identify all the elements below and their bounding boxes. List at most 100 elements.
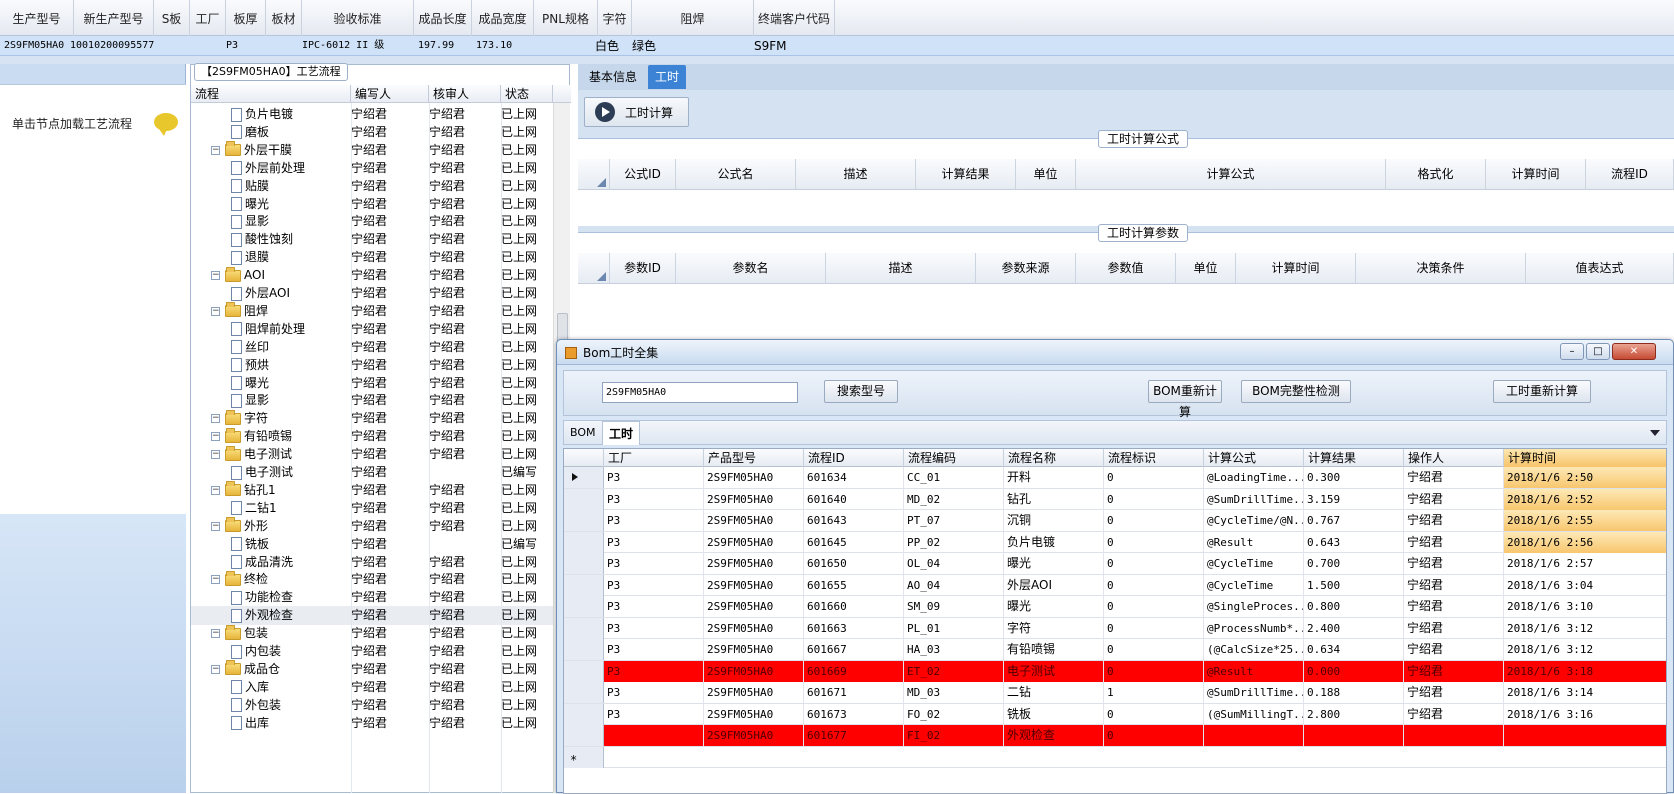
grid-cell[interactable]: 601650 xyxy=(804,553,904,574)
row-selector[interactable] xyxy=(564,553,604,574)
tree-node[interactable]: 阻焊前处理 xyxy=(231,320,305,339)
formula-col-3[interactable]: 计算结果 xyxy=(916,159,1016,190)
tree-row[interactable]: 显影 宁绍君 宁绍君 已上网 xyxy=(191,391,553,410)
tab-basic-info[interactable]: 基本信息 xyxy=(582,65,644,89)
collapse-icon[interactable]: − xyxy=(211,629,220,639)
tree-row[interactable]: 功能检查 宁绍君 宁绍君 已上网 xyxy=(191,588,553,607)
formula-col-5[interactable]: 计算公式 xyxy=(1076,159,1386,190)
tree-node[interactable]: − 外层干膜 xyxy=(211,141,292,160)
grid-cell[interactable]: PL_01 xyxy=(904,617,1004,639)
grid-cell[interactable]: 二钻 xyxy=(1004,682,1104,703)
grid-cell[interactable]: P3 xyxy=(604,467,704,488)
grid-cell[interactable]: P3 xyxy=(604,531,704,553)
grid-cell[interactable]: 宁绍君 xyxy=(1404,596,1504,617)
minimize-button[interactable]: – xyxy=(1560,343,1584,360)
param-col-7[interactable]: 决策条件 xyxy=(1356,253,1526,284)
header-col-3[interactable]: 工厂 xyxy=(190,0,226,36)
bom-check-button[interactable]: BOM完整性检测 xyxy=(1241,380,1351,403)
tree-row[interactable]: 外层AOI 宁绍君 宁绍君 已上网 xyxy=(191,284,553,303)
grid-cell[interactable]: 601669 xyxy=(804,660,904,682)
grid-cell[interactable]: 2018/1/6 3:12 xyxy=(1504,639,1666,660)
grid-cell[interactable]: 字符 xyxy=(1004,617,1104,639)
grid-cell[interactable]: 601643 xyxy=(804,510,904,531)
grid-cell[interactable]: 2S9FM05HA0 xyxy=(704,682,804,703)
grid-cell[interactable]: 2018/1/6 2:50 xyxy=(1504,467,1666,488)
grid-corner[interactable] xyxy=(564,449,604,467)
grid-cell[interactable]: 3.159 xyxy=(1304,488,1404,510)
row-selector[interactable] xyxy=(564,467,604,488)
grid-cell[interactable] xyxy=(1504,725,1666,746)
tree-node[interactable]: 贴膜 xyxy=(231,177,269,196)
grid-cell[interactable]: 2018/1/6 3:16 xyxy=(1504,704,1666,725)
tree-node[interactable]: 曝光 xyxy=(231,195,269,214)
collapse-icon[interactable]: − xyxy=(211,414,220,424)
model-search-input[interactable] xyxy=(602,382,798,403)
grid-cell[interactable]: (@SumMillingT... xyxy=(1204,703,1304,725)
grid-cell[interactable]: 负片电镀 xyxy=(1004,531,1104,553)
hours-recalc-button[interactable]: 工时重新计算 xyxy=(1493,380,1591,403)
grid-cell[interactable]: 宁绍君 xyxy=(1404,488,1504,510)
grid-cell[interactable]: 2018/1/6 3:14 xyxy=(1504,682,1666,703)
grid-row[interactable]: P3 2S9FM05HA0 601640 MD_02 钻孔 0 @SumDrillTime.… xyxy=(564,488,1666,510)
grid-cell[interactable]: SM_09 xyxy=(904,596,1004,617)
bom-recalc-button[interactable]: BOM重新计算 xyxy=(1148,380,1222,419)
row-selector[interactable] xyxy=(564,531,604,553)
tree-row[interactable]: 负片电镀 宁绍君 宁绍君 已上网 xyxy=(191,105,553,124)
grid-cell[interactable]: 601677 xyxy=(804,725,904,746)
grid-cell[interactable]: 2S9FM05HA0 xyxy=(704,725,804,746)
grid-cell[interactable]: 外观检查 xyxy=(1004,725,1104,746)
grid-row[interactable]: P3 2S9FM05HA0 601650 OL_04 曝光 0 @CycleTime 0.70… xyxy=(564,553,1666,575)
param-col-5[interactable]: 单位 xyxy=(1176,253,1236,284)
tree-row[interactable]: 丝印 宁绍君 宁绍君 已上网 xyxy=(191,338,553,357)
close-button[interactable]: ✕ xyxy=(1612,343,1656,360)
row-selector[interactable] xyxy=(564,574,604,596)
grid-cell[interactable]: 宁绍君 xyxy=(1404,510,1504,531)
grid-cell[interactable]: PT_07 xyxy=(904,510,1004,531)
grid-col-6[interactable]: 计算公式 xyxy=(1204,449,1304,467)
tree-row[interactable]: 内包装 宁绍君 宁绍君 已上网 xyxy=(191,642,553,661)
tree-col-2[interactable]: 核审人 xyxy=(429,85,501,103)
grid-cell[interactable]: 2.400 xyxy=(1304,617,1404,639)
grid-col-7[interactable]: 计算结果 xyxy=(1304,449,1404,467)
tree-node[interactable]: − 阻焊 xyxy=(211,302,268,321)
formula-col-0[interactable]: 公式ID xyxy=(610,159,676,190)
grid-cell[interactable]: 0 xyxy=(1104,703,1204,725)
grid-cell[interactable]: 0 xyxy=(1104,488,1204,510)
grid-cell[interactable]: P3 xyxy=(604,682,704,703)
grid-cell[interactable]: 2S9FM05HA0 xyxy=(704,574,804,596)
header-col-8[interactable]: 成品宽度 xyxy=(472,0,534,36)
hours-grid[interactable]: 工厂 产品型号 流程ID 流程编码 流程名称 流程标识 计算公式 计算结果 操作人 计算时间 P3… xyxy=(563,448,1667,794)
grid-cell[interactable]: @ProcessNumb*... xyxy=(1204,617,1304,639)
tree-row[interactable]: − 阻焊 宁绍君 宁绍君 已上网 xyxy=(191,302,553,321)
tree-row[interactable]: 曝光 宁绍君 宁绍君 已上网 xyxy=(191,195,553,214)
grid-col-0[interactable]: 工厂 xyxy=(604,449,704,467)
grid-cell[interactable]: 0.634 xyxy=(1304,639,1404,660)
tree-node[interactable]: 负片电镀 xyxy=(231,105,293,124)
row-selector[interactable] xyxy=(564,596,604,617)
grid-cell[interactable]: @SingleProces... xyxy=(1204,596,1304,617)
tree-node[interactable]: − 有铅喷锡 xyxy=(211,427,292,446)
grid-cell[interactable]: 2018/1/6 2:52 xyxy=(1504,488,1666,510)
grid-cell[interactable]: 0 xyxy=(1104,617,1204,639)
grid-row[interactable]: P3 2S9FM05HA0 601663 PL_01 字符 0 @ProcessNumb*.… xyxy=(564,617,1666,639)
grid-cell[interactable]: @Result xyxy=(1204,531,1304,553)
grid-cell[interactable]: 601640 xyxy=(804,488,904,510)
grid-cell[interactable]: 电子测试 xyxy=(1004,660,1104,682)
grid-cell[interactable]: 宁绍君 xyxy=(1404,574,1504,596)
row-selector[interactable] xyxy=(564,617,604,639)
grid-cell[interactable]: 2018/1/6 3:12 xyxy=(1504,618,1666,639)
tree-col-3[interactable]: 状态 xyxy=(501,85,553,103)
tree-node[interactable]: − 终检 xyxy=(211,570,268,589)
grid-cell[interactable]: 2S9FM05HA0 xyxy=(704,660,804,682)
grid-cell[interactable]: 2S9FM05HA0 xyxy=(704,510,804,531)
grid-cell[interactable]: 0.000 xyxy=(1304,660,1404,682)
tree-row[interactable]: − 有铅喷锡 宁绍君 宁绍君 已上网 xyxy=(191,427,553,446)
tree-row[interactable]: 二钻1 宁绍君 宁绍君 已上网 xyxy=(191,499,553,518)
grid-cell[interactable]: @CycleTime xyxy=(1204,574,1304,596)
grid-row[interactable]: P3 2S9FM05HA0 601643 PT_07 沉铜 0 @CycleTime/@N.… xyxy=(564,510,1666,532)
grid-row[interactable]: P3 2S9FM05HA0 601660 SM_09 曝光 0 @SingleProces.… xyxy=(564,596,1666,618)
tree-row[interactable]: 成品清洗 宁绍君 宁绍君 已上网 xyxy=(191,553,553,572)
grid-cell[interactable]: 宁绍君 xyxy=(1404,639,1504,660)
collapse-icon[interactable]: − xyxy=(211,145,220,155)
grid-cell[interactable]: P3 xyxy=(604,510,704,531)
